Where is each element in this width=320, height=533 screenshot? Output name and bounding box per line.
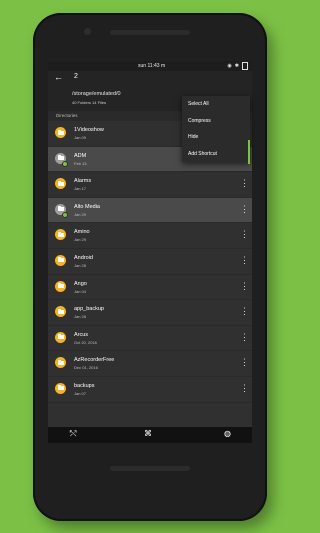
- more-options-icon[interactable]: ⋮: [240, 305, 249, 317]
- overflow-menu: Select All Compress Hide Add Shortcut: [182, 96, 250, 162]
- item-date: Feb 13: [74, 160, 87, 166]
- item-date: Jan 29: [74, 237, 87, 243]
- list-item[interactable]: Amino Jan 29 ⋮: [48, 223, 252, 249]
- list-item[interactable]: Android Jan 28 ⋮: [48, 248, 252, 275]
- item-name: Amino: [74, 229, 90, 236]
- status-icons: ◉ ✱: [227, 61, 248, 71]
- folder-icon: [55, 357, 66, 369]
- item-date: Dec 01, 2016: [74, 365, 98, 371]
- list-item[interactable]: AzRecorderFree Dec 01, 2016 ⋮: [48, 351, 252, 377]
- bluetooth-icon: ✱: [234, 63, 239, 69]
- status-time: sun 11:43 m: [138, 63, 166, 69]
- more-options-icon[interactable]: ⋮: [240, 382, 249, 394]
- folder-icon: [55, 382, 66, 394]
- more-options-icon[interactable]: ⋮: [240, 228, 249, 240]
- check-icon: [62, 160, 68, 167]
- item-name: Alarms: [74, 178, 92, 185]
- bottom-speaker: [110, 466, 190, 471]
- more-options-icon[interactable]: ⋮: [240, 177, 249, 189]
- list-item[interactable]: Ango Jan 04 ⋮: [48, 274, 252, 301]
- list-item[interactable]: backups Jan 07 ⋮: [48, 376, 252, 403]
- folder-icon: [55, 306, 66, 318]
- item-name: AzRecorderFree: [74, 357, 115, 364]
- folder-icon: [55, 331, 66, 343]
- item-name: backups: [74, 382, 95, 389]
- status-bar: sun 11:43 m ◉ ✱: [48, 61, 252, 71]
- camera-dot: [84, 28, 91, 35]
- item-name: Android: [74, 254, 93, 261]
- folder-icon: [55, 254, 66, 266]
- item-name: Ango: [74, 280, 87, 287]
- check-icon: [62, 211, 68, 218]
- item-date: Jan 28: [74, 262, 87, 268]
- app-icon[interactable]: ⌘: [144, 429, 152, 438]
- item-date: Jan 07: [74, 390, 87, 396]
- current-path: /storage/emulated/0: [72, 91, 121, 97]
- item-date: Jan 09: [74, 135, 87, 140]
- item-date: Jan 29: [74, 211, 87, 217]
- folder-icon: [55, 229, 66, 241]
- folder-summary: 40 Folders 14 Files: [72, 100, 107, 105]
- item-name: Arcus: [74, 331, 89, 338]
- more-options-icon[interactable]: ⋮: [240, 356, 249, 368]
- item-date: Jan 28: [74, 314, 87, 320]
- folder-icon: [55, 280, 66, 292]
- folder-icon: [55, 127, 66, 138]
- menu-item[interactable]: Compress: [182, 113, 250, 130]
- selected-count: 2: [74, 73, 78, 80]
- disc-icon[interactable]: ◍: [224, 429, 231, 438]
- item-name: app_backup: [74, 306, 104, 313]
- menu-item[interactable]: Add Shortcut: [182, 146, 250, 163]
- bottom-bar: ⤲ ⌘ ◍: [48, 427, 252, 443]
- more-options-icon[interactable]: ⋮: [240, 203, 249, 215]
- more-options-icon[interactable]: ⋮: [240, 280, 249, 292]
- battery-icon: [242, 62, 248, 70]
- more-options-icon[interactable]: ⋮: [240, 331, 249, 343]
- list-item[interactable]: app_backup Jan 28 ⋮: [48, 300, 252, 326]
- swipe-icon[interactable]: ⤲: [70, 429, 76, 439]
- scroll-indicator: [248, 140, 250, 164]
- menu-item[interactable]: Hide: [182, 129, 250, 146]
- folder-icon: [55, 178, 66, 190]
- back-arrow-icon[interactable]: ←: [54, 72, 63, 82]
- list-item[interactable]: Arcus Oct 20, 2016 ⋮: [48, 325, 252, 352]
- list-item[interactable]: Alto Media Jan 29 ⋮: [48, 197, 252, 224]
- item-date: Oct 20, 2016: [74, 339, 97, 345]
- item-name: 1Videoshow: [74, 127, 104, 133]
- top-speaker: [110, 30, 190, 35]
- list-item[interactable]: Alarms Jan 17 ⋮: [48, 172, 252, 198]
- item-name: Alto Media: [74, 203, 100, 210]
- item-date: Jan 17: [74, 186, 87, 192]
- item-date: Jan 04: [74, 288, 87, 294]
- more-options-icon[interactable]: ⋮: [240, 254, 249, 266]
- ad-icon: ◉: [227, 63, 232, 69]
- menu-item[interactable]: Select All: [182, 96, 250, 113]
- item-name: ADM: [74, 152, 87, 159]
- file-list: 1Videoshow Jan 09 ⋮ ADMFeb 13 ⋮ AlarmsJan 17 ⋮…: [48, 121, 252, 403]
